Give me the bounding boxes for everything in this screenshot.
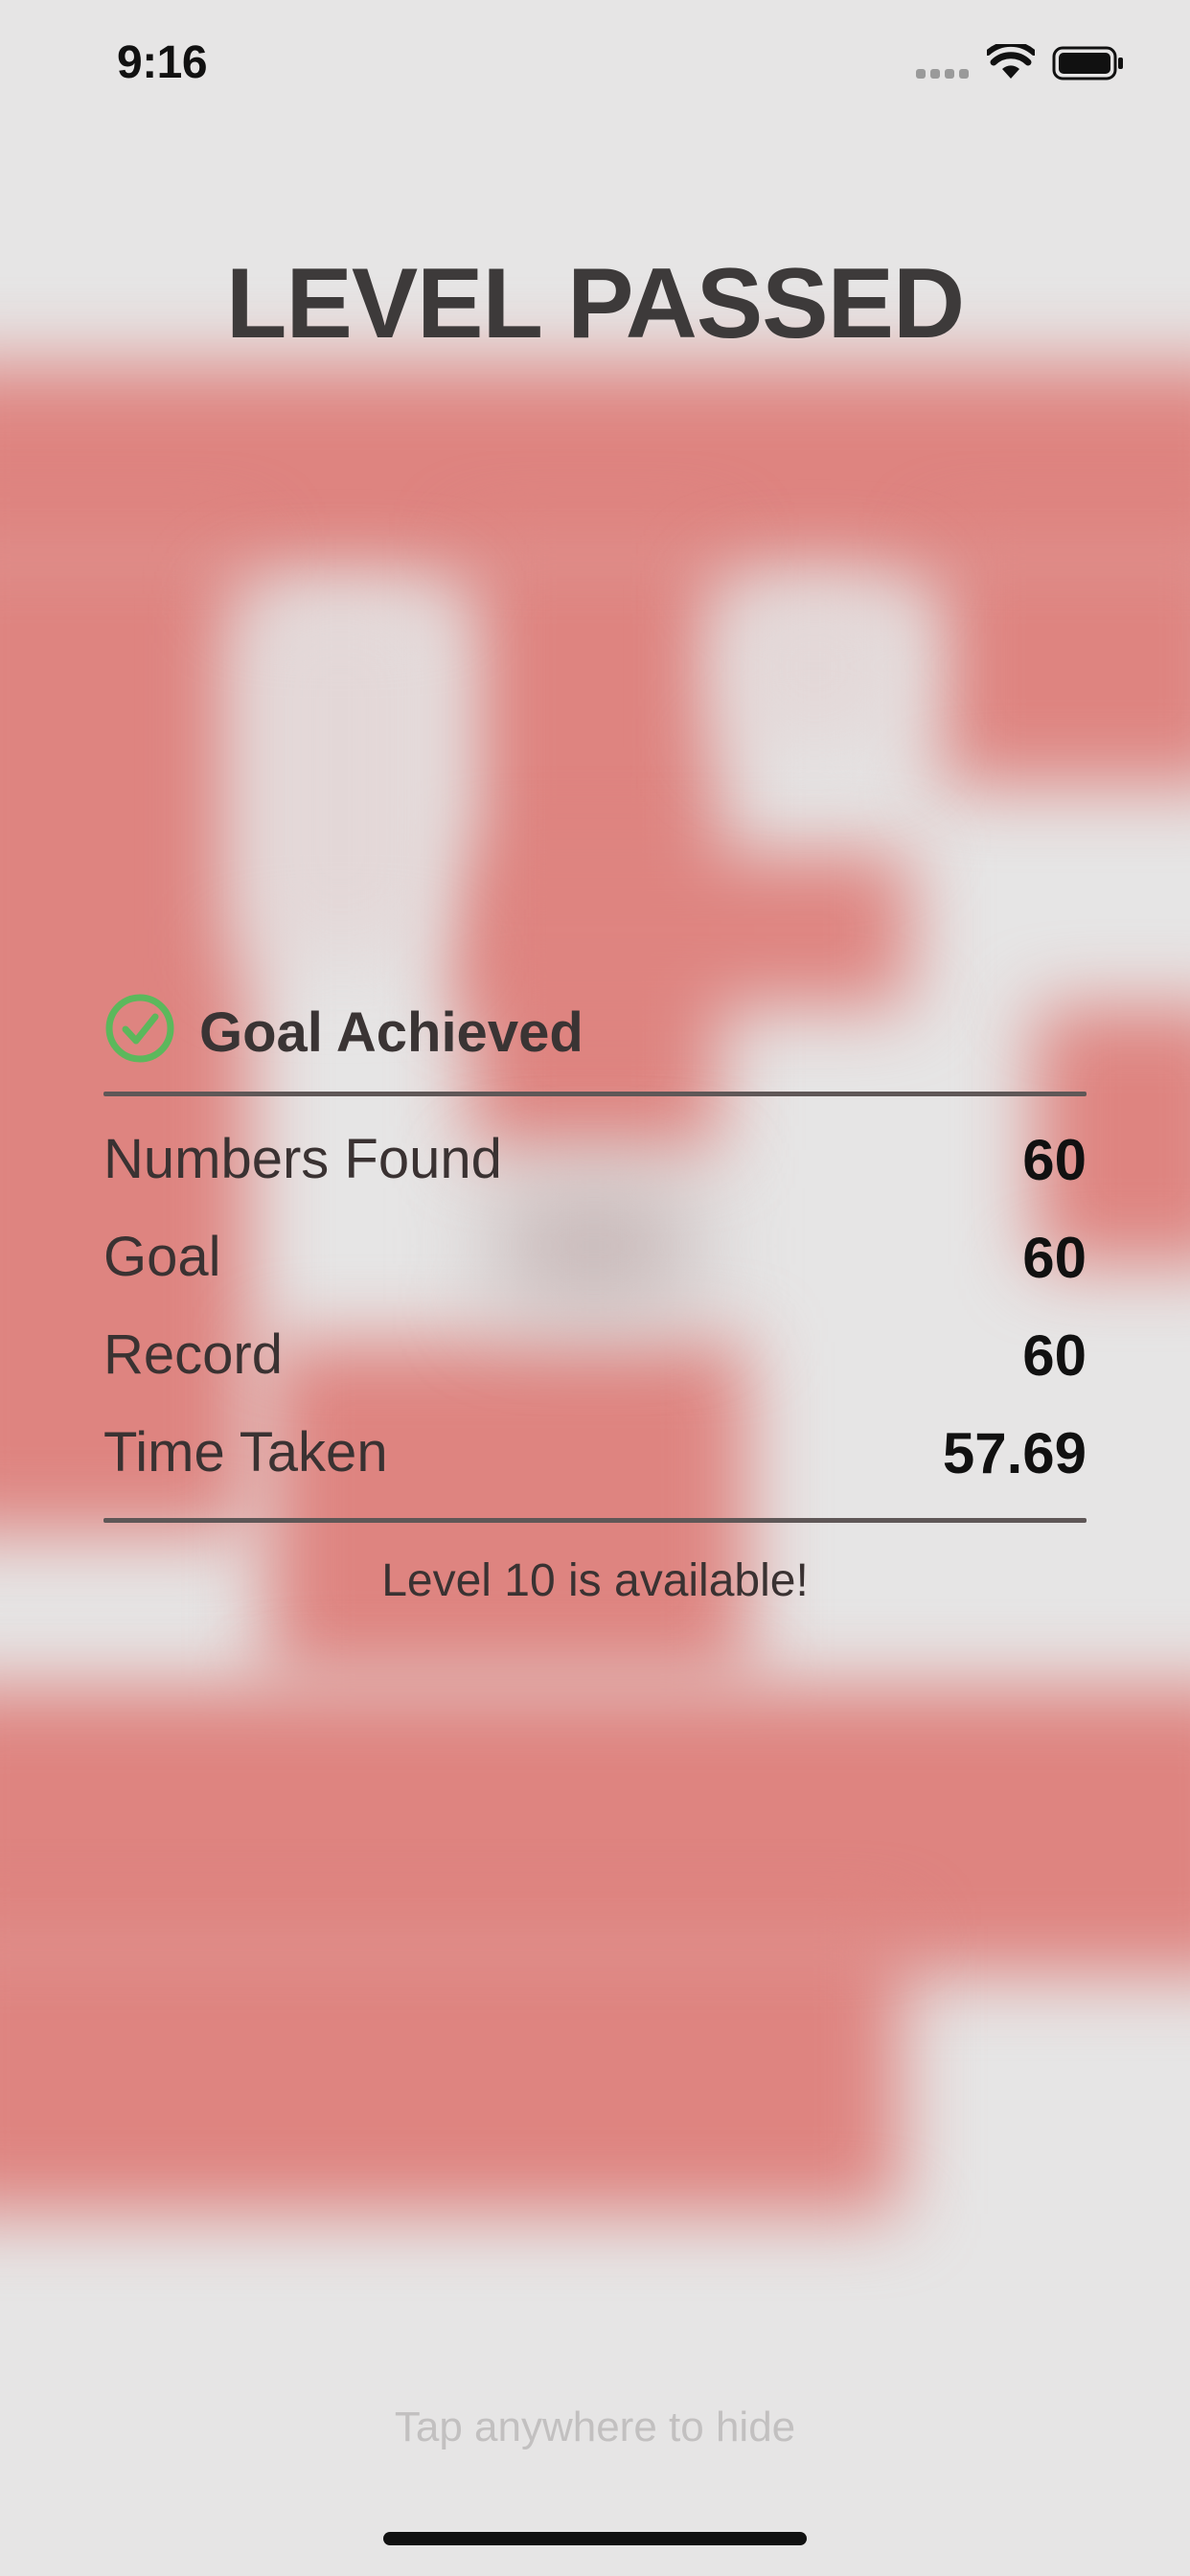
stat-value: 60 <box>1022 1128 1087 1192</box>
stat-row-time-taken: Time Taken 57.69 <box>103 1416 1087 1493</box>
blurred-tile <box>240 594 441 958</box>
stat-row-numbers-found: Numbers Found 60 <box>103 1123 1087 1200</box>
level-unlocked-message: Level 10 is available! <box>381 1555 809 1606</box>
goal-status: Goal Achieved <box>103 991 1087 1068</box>
wifi-icon <box>987 44 1035 79</box>
home-indicator[interactable] <box>383 2532 807 2545</box>
dismiss-hint: Tap anywhere to hide <box>394 2404 796 2450</box>
stat-value: 60 <box>1022 1323 1087 1388</box>
stat-label: Time Taken <box>103 1421 388 1484</box>
stat-label: Goal <box>103 1226 221 1288</box>
cellular-signal-icon <box>916 69 970 82</box>
battery-icon <box>1052 46 1123 80</box>
goal-label: Goal Achieved <box>199 1001 584 1064</box>
status-time: 9:16 <box>117 37 208 88</box>
stat-row-goal: Goal 60 <box>103 1221 1087 1298</box>
blurred-tile <box>939 537 1190 786</box>
blurred-tile <box>0 1926 901 2214</box>
status-bar: 9:16 <box>0 0 1190 134</box>
page-title: LEVEL PASSED <box>225 248 965 359</box>
divider-top <box>103 1092 1087 1096</box>
divider-bottom <box>103 1518 1087 1523</box>
stat-value: 57.69 <box>942 1421 1087 1485</box>
check-circle-icon <box>105 994 174 1063</box>
stat-value: 60 <box>1022 1226 1087 1290</box>
blurred-tile <box>728 585 901 748</box>
stat-label: Numbers Found <box>103 1128 502 1190</box>
stat-row-record: Record 60 <box>103 1319 1087 1395</box>
blurred-tile <box>460 853 910 1006</box>
stat-label: Record <box>103 1323 283 1386</box>
